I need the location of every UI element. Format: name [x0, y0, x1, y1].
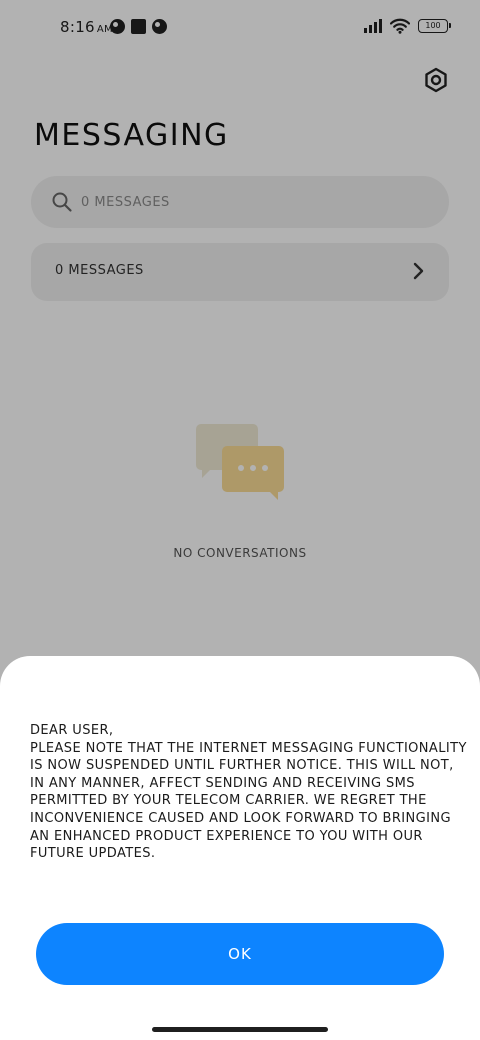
messaging-screen: 8:16 AM 100 MESSAGING 0 MESSAGES 0 MESSA…: [0, 0, 480, 1040]
notice-greeting: DEAR USER,: [30, 723, 114, 738]
notice-bottom-sheet: DEAR USER, PLEASE NOTE THAT THE INTERNET…: [0, 656, 480, 1040]
home-indicator[interactable]: [152, 1027, 328, 1032]
notice-message: DEAR USER, PLEASE NOTE THAT THE INTERNET…: [30, 722, 470, 863]
notice-body: PLEASE NOTE THAT THE INTERNET MESSAGING …: [30, 740, 467, 862]
ok-button[interactable]: OK: [36, 923, 444, 985]
